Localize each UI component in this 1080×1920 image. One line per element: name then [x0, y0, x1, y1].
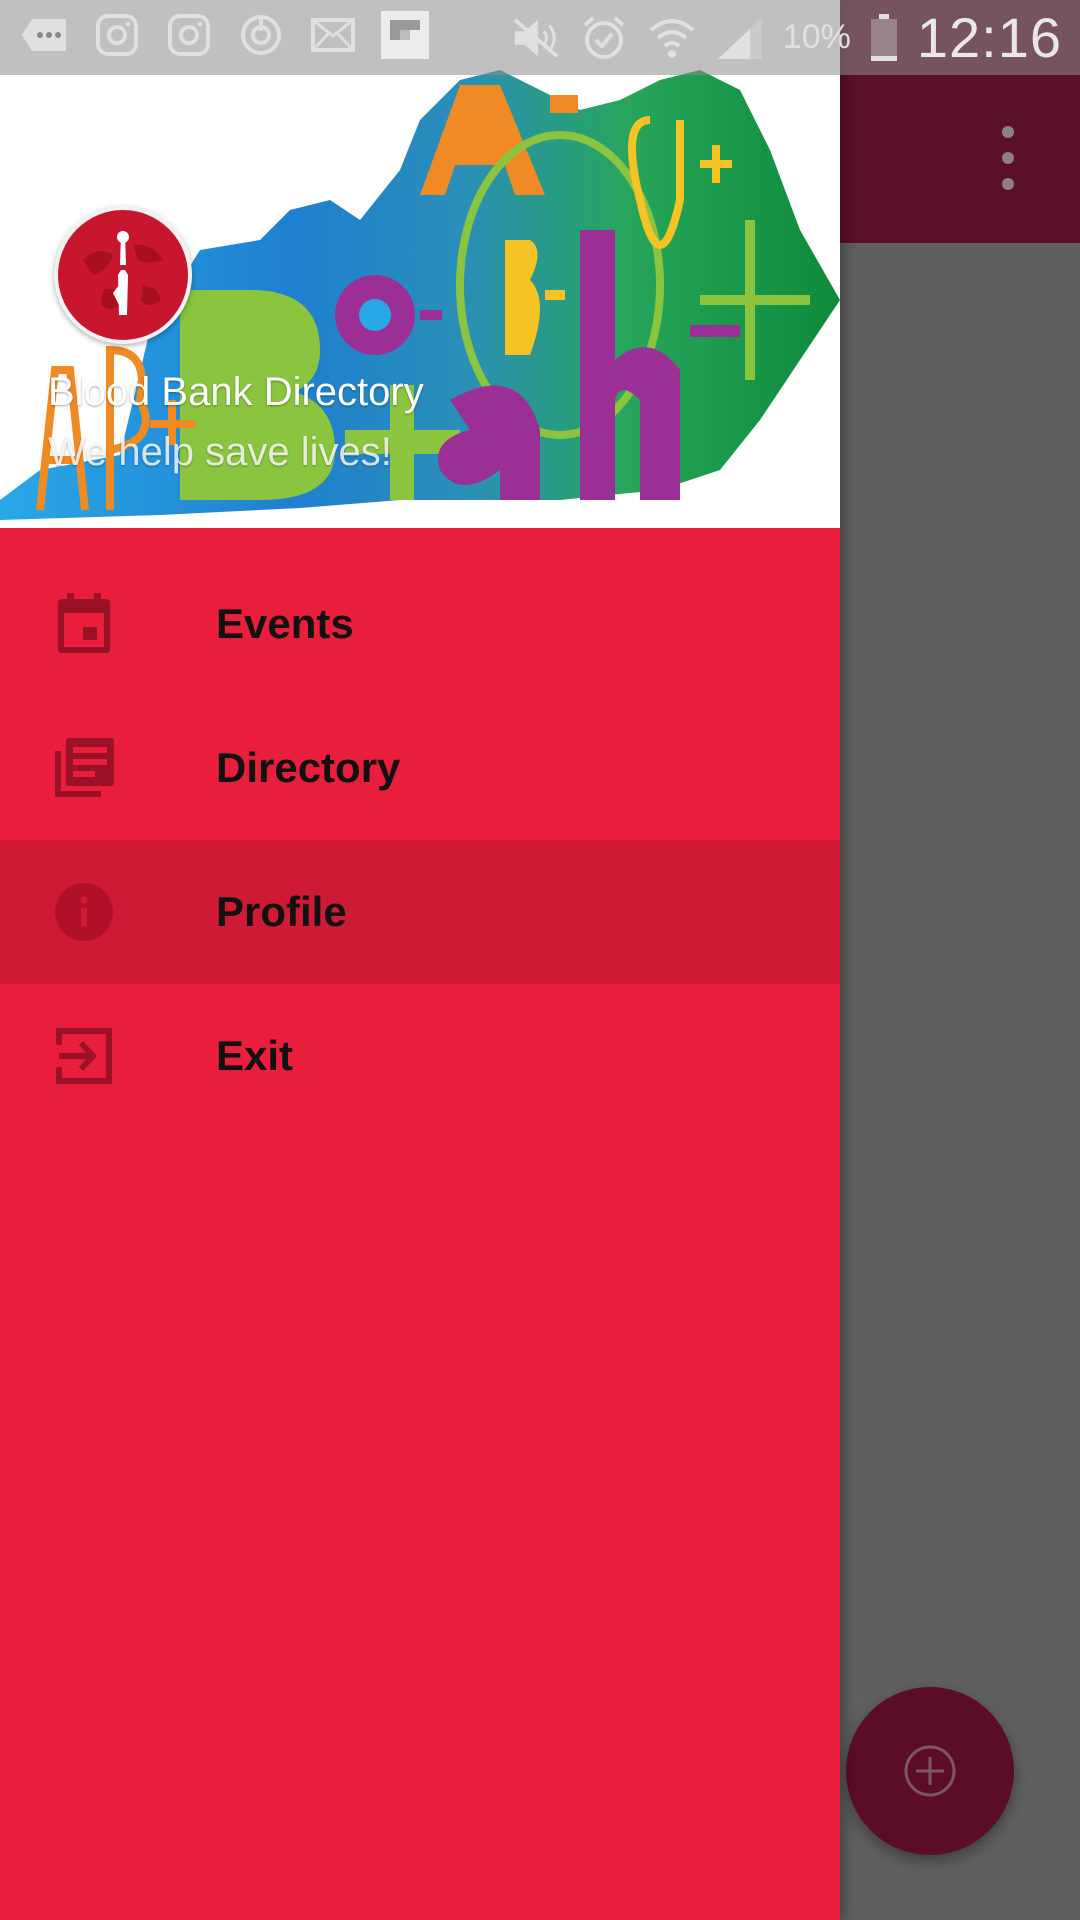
- more-notifications-icon: [20, 10, 70, 60]
- battery-percent: 10%: [782, 18, 851, 56]
- header-title: Blood Bank Directory: [48, 370, 424, 414]
- clock: 12:16: [916, 6, 1062, 69]
- navigation-drawer: Blood Bank Directory We help save lives!…: [0, 0, 840, 1920]
- globe-hands-logo-icon: [65, 217, 181, 333]
- flipboard-icon: [380, 10, 430, 60]
- add-fab-button[interactable]: [846, 1687, 1014, 1855]
- battery-icon: [869, 13, 899, 63]
- overflow-dot: [1002, 152, 1014, 164]
- overflow-dot: [1002, 126, 1014, 138]
- instagram-icon: [164, 10, 214, 60]
- overflow-dot: [1002, 178, 1014, 190]
- library-books-icon: [52, 736, 116, 800]
- instagram-icon: [92, 10, 142, 60]
- overflow-menu-button[interactable]: [986, 126, 1030, 190]
- menu-item-events[interactable]: Events: [0, 552, 840, 696]
- header-subtitle: We help save lives!: [48, 430, 392, 474]
- mail-icon: [308, 10, 358, 60]
- menu-item-profile[interactable]: Profile: [0, 840, 840, 984]
- menu-label-profile: Profile: [216, 888, 347, 935]
- menu-label-events: Events: [216, 600, 354, 647]
- exit-icon: [52, 1024, 116, 1088]
- alarm-icon: [579, 13, 629, 63]
- wifi-icon: [647, 13, 697, 63]
- calendar-icon: [52, 592, 116, 656]
- info-icon: [52, 880, 116, 944]
- signal-icon: [715, 13, 765, 63]
- app-logo: [54, 206, 192, 344]
- drawer-menu: Events Directory Profile Exit: [0, 552, 840, 1128]
- sync-app-icon: [236, 10, 286, 60]
- menu-item-directory[interactable]: Directory: [0, 696, 840, 840]
- add-circle-icon: [904, 1745, 956, 1797]
- menu-label-directory: Directory: [216, 744, 401, 791]
- status-bar: 10% 12:16: [0, 0, 1080, 75]
- menu-item-exit[interactable]: Exit: [0, 984, 840, 1128]
- mute-icon: [511, 13, 561, 63]
- drawer-header: Blood Bank Directory We help save lives!: [0, 0, 840, 528]
- menu-label-exit: Exit: [216, 1032, 294, 1079]
